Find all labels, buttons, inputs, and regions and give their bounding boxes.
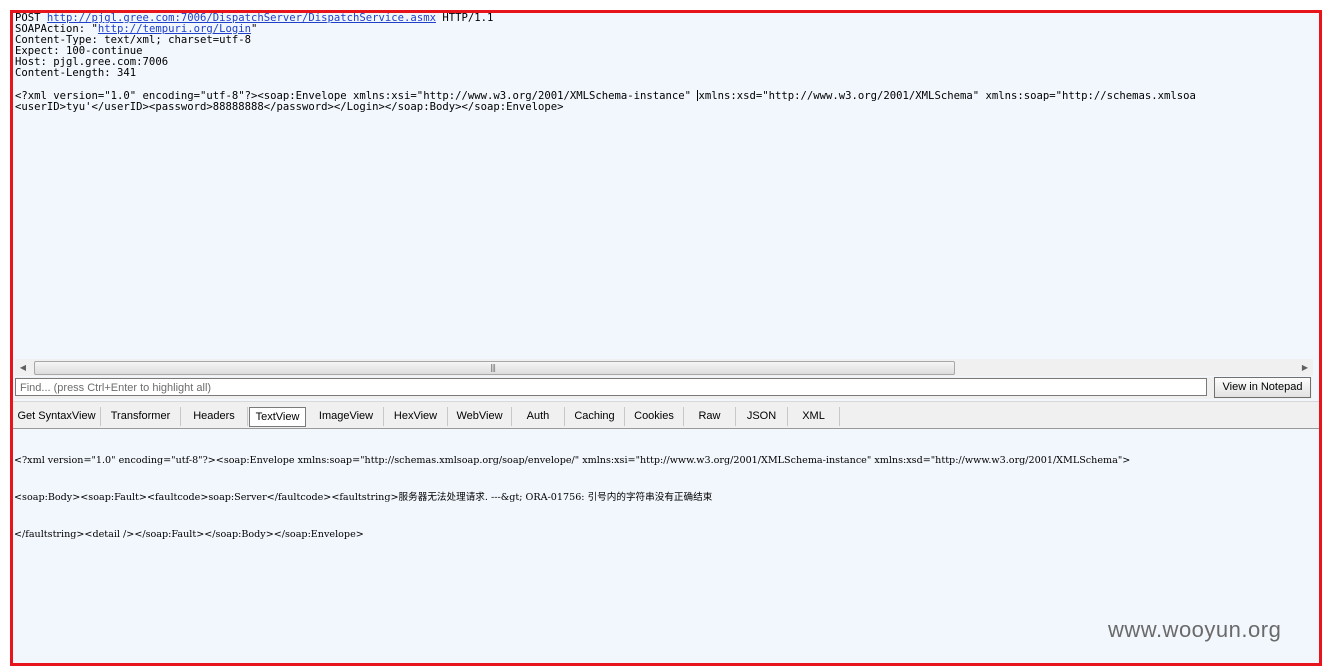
tab-cookies[interactable]: Cookies — [625, 407, 684, 426]
content-length-header: Content-Length: 341 — [15, 67, 137, 79]
tab-headers[interactable]: Headers — [181, 407, 248, 426]
tab-xml[interactable]: XML — [788, 407, 840, 426]
tab-transformer[interactable]: Transformer — [101, 407, 181, 426]
request-body-line-2: <userID>tyu'</userID><password>88888888<… — [15, 101, 564, 113]
horizontal-scrollbar[interactable]: ◀ ||| ▶ — [15, 359, 1313, 376]
tab-caching[interactable]: Caching — [565, 407, 625, 426]
response-tab-strip: Get SyntaxView Transformer Headers TextV… — [13, 406, 1319, 429]
tab-auth[interactable]: Auth — [512, 407, 565, 426]
scrollbar-grip-icon: ||| — [490, 363, 496, 372]
tab-imageview[interactable]: ImageView — [309, 407, 384, 426]
scroll-left-arrow-icon[interactable]: ◀ — [15, 359, 31, 376]
tab-hexview[interactable]: HexView — [384, 407, 448, 426]
request-raw-view[interactable]: POST http://pjgl.gree.com:7006/DispatchS… — [15, 13, 1312, 358]
wooyun-watermark: www.wooyun.org — [1108, 617, 1282, 642]
expect-header: Expect: 100-continue — [15, 45, 143, 57]
response-line-2: <soap:Body><soap:Fault><faultcode>soap:S… — [14, 492, 713, 503]
tab-json[interactable]: JSON — [736, 407, 788, 426]
host-header: Host: pjgl.gree.com:7006 — [15, 56, 169, 68]
fiddler-inspector-panel: POST http://pjgl.gree.com:7006/DispatchS… — [10, 10, 1322, 666]
tab-textview[interactable]: TextView — [249, 407, 306, 427]
view-in-notepad-button[interactable]: View in Notepad — [1214, 377, 1311, 398]
scroll-right-arrow-icon[interactable]: ▶ — [1297, 359, 1313, 376]
tab-raw[interactable]: Raw — [684, 407, 736, 426]
response-line-1: <?xml version="1.0" encoding="utf-8"?><s… — [14, 455, 1131, 466]
tab-get-syntaxview[interactable]: Get SyntaxView — [13, 407, 101, 426]
scrollbar-thumb[interactable]: ||| — [34, 361, 955, 375]
find-input[interactable]: Find... (press Ctrl+Enter to highlight a… — [15, 378, 1207, 396]
content-type-header: Content-Type: text/xml; charset=utf-8 — [15, 34, 251, 46]
response-line-3: </faultstring><detail /></soap:Fault></s… — [14, 529, 364, 540]
tab-webview[interactable]: WebView — [448, 407, 512, 426]
find-bar: Find... (press Ctrl+Enter to highlight a… — [15, 377, 1312, 399]
